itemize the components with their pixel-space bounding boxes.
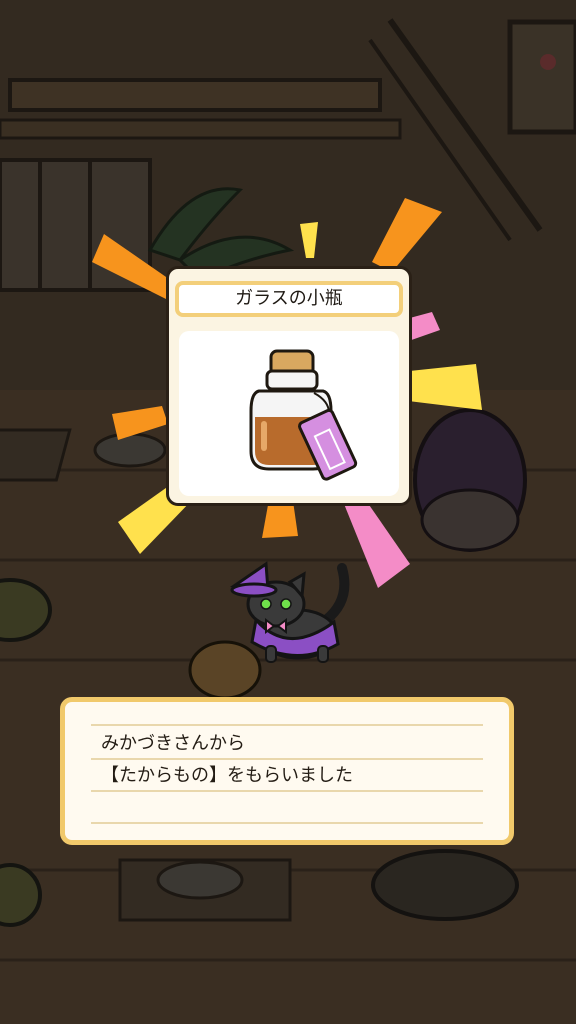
divider	[91, 822, 483, 824]
message-line-2: 【たからもの】をもらいました	[101, 765, 353, 786]
witch-cat-icon[interactable]	[226, 560, 356, 670]
divider	[91, 758, 483, 760]
treasure-card: ガラスの小瓶	[166, 266, 412, 506]
reward-burst-rays	[92, 198, 482, 588]
treasure-name: ガラスの小瓶	[175, 281, 403, 317]
divider	[91, 790, 483, 792]
gift-message-box[interactable]: みかづきさんから 【たからもの】をもらいました	[60, 697, 514, 845]
glass-bottle-icon	[249, 349, 358, 481]
treasure-image-panel	[179, 331, 399, 496]
message-line-1: みかづきさんから	[101, 733, 245, 754]
divider	[91, 724, 483, 726]
